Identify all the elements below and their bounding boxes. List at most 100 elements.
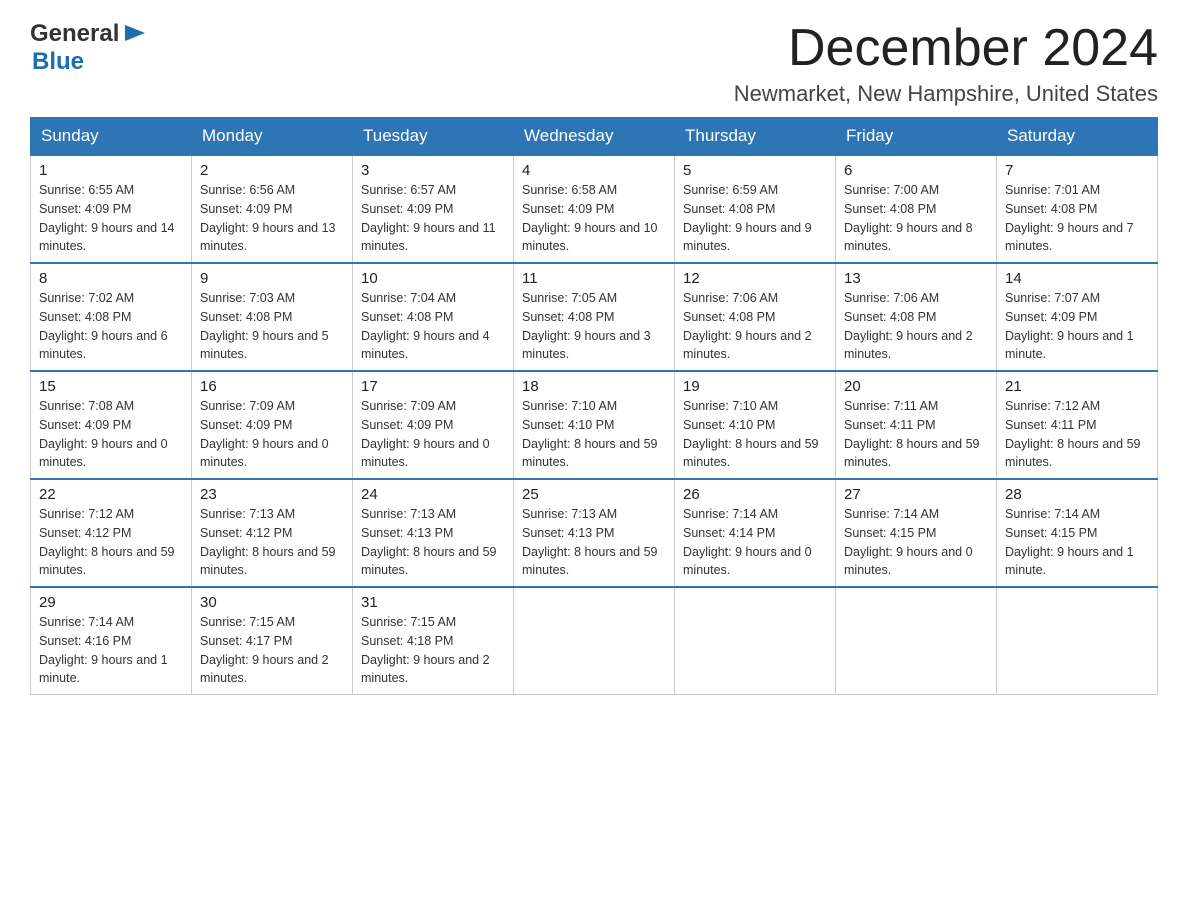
day-number: 3 xyxy=(361,162,505,179)
day-number: 5 xyxy=(683,162,827,179)
day-number: 10 xyxy=(361,270,505,287)
day-info: Sunrise: 7:13 AMSunset: 4:13 PMDaylight:… xyxy=(522,505,666,580)
day-info: Sunrise: 7:12 AMSunset: 4:12 PMDaylight:… xyxy=(39,505,183,580)
day-number: 7 xyxy=(1005,162,1149,179)
day-number: 2 xyxy=(200,162,344,179)
calendar-cell: 8Sunrise: 7:02 AMSunset: 4:08 PMDaylight… xyxy=(31,263,192,371)
calendar-week-row: 1 Sunrise: 6:55 AMSunset: 4:09 PMDaylight… xyxy=(31,155,1158,263)
day-number: 17 xyxy=(361,378,505,395)
calendar-header-thursday: Thursday xyxy=(675,118,836,156)
day-number: 28 xyxy=(1005,486,1149,503)
calendar-cell: 11 Sunrise: 7:05 AMSunset: 4:08 PMDayligh… xyxy=(514,263,675,371)
day-number: 18 xyxy=(522,378,666,395)
day-number: 19 xyxy=(683,378,827,395)
day-number: 1 xyxy=(39,162,183,179)
calendar-cell: 27 Sunrise: 7:14 AMSunset: 4:15 PMDayligh… xyxy=(836,479,997,587)
day-number: 25 xyxy=(522,486,666,503)
calendar-cell: 23Sunrise: 7:13 AMSunset: 4:12 PMDayligh… xyxy=(192,479,353,587)
calendar-header-wednesday: Wednesday xyxy=(514,118,675,156)
day-number: 14 xyxy=(1005,270,1149,287)
calendar-cell: 21 Sunrise: 7:12 AMSunset: 4:11 PMDayligh… xyxy=(997,371,1158,479)
calendar-cell xyxy=(997,587,1158,695)
day-number: 4 xyxy=(522,162,666,179)
day-info: Sunrise: 7:14 AMSunset: 4:16 PMDaylight:… xyxy=(39,613,183,688)
calendar-cell: 19 Sunrise: 7:10 AMSunset: 4:10 PMDayligh… xyxy=(675,371,836,479)
day-number: 22 xyxy=(39,486,183,503)
calendar-cell: 30 Sunrise: 7:15 AMSunset: 4:17 PMDayligh… xyxy=(192,587,353,695)
day-info: Sunrise: 6:57 AMSunset: 4:09 PMDaylight:… xyxy=(361,181,505,256)
day-info: Sunrise: 7:15 AMSunset: 4:17 PMDaylight:… xyxy=(200,613,344,688)
calendar-cell xyxy=(836,587,997,695)
day-number: 6 xyxy=(844,162,988,179)
day-number: 11 xyxy=(522,270,666,287)
day-info: Sunrise: 7:08 AMSunset: 4:09 PMDaylight:… xyxy=(39,397,183,472)
day-info: Sunrise: 6:55 AMSunset: 4:09 PMDaylight:… xyxy=(39,181,183,256)
calendar-cell: 10 Sunrise: 7:04 AMSunset: 4:08 PMDayligh… xyxy=(353,263,514,371)
calendar-cell: 25 Sunrise: 7:13 AMSunset: 4:13 PMDayligh… xyxy=(514,479,675,587)
calendar-header-tuesday: Tuesday xyxy=(353,118,514,156)
day-info: Sunrise: 7:12 AMSunset: 4:11 PMDaylight:… xyxy=(1005,397,1149,472)
calendar-cell: 22 Sunrise: 7:12 AMSunset: 4:12 PMDayligh… xyxy=(31,479,192,587)
day-info: Sunrise: 7:10 AMSunset: 4:10 PMDaylight:… xyxy=(522,397,666,472)
calendar-cell: 1 Sunrise: 6:55 AMSunset: 4:09 PMDaylight… xyxy=(31,155,192,263)
calendar-cell: 17 Sunrise: 7:09 AMSunset: 4:09 PMDayligh… xyxy=(353,371,514,479)
day-number: 27 xyxy=(844,486,988,503)
day-info: Sunrise: 7:10 AMSunset: 4:10 PMDaylight:… xyxy=(683,397,827,472)
day-info: Sunrise: 7:14 AMSunset: 4:15 PMDaylight:… xyxy=(844,505,988,580)
calendar-cell xyxy=(514,587,675,695)
day-info: Sunrise: 6:59 AMSunset: 4:08 PMDaylight:… xyxy=(683,181,827,256)
calendar-cell: 2 Sunrise: 6:56 AMSunset: 4:09 PMDaylight… xyxy=(192,155,353,263)
calendar-week-row: 15Sunrise: 7:08 AMSunset: 4:09 PMDayligh… xyxy=(31,371,1158,479)
calendar-cell: 28 Sunrise: 7:14 AMSunset: 4:15 PMDayligh… xyxy=(997,479,1158,587)
calendar-cell xyxy=(675,587,836,695)
calendar-table: SundayMondayTuesdayWednesdayThursdayFrid… xyxy=(30,117,1158,695)
calendar-cell: 6 Sunrise: 7:00 AMSunset: 4:08 PMDaylight… xyxy=(836,155,997,263)
calendar-cell: 9Sunrise: 7:03 AMSunset: 4:08 PMDaylight… xyxy=(192,263,353,371)
calendar-cell: 14 Sunrise: 7:07 AMSunset: 4:09 PMDayligh… xyxy=(997,263,1158,371)
calendar-cell: 26Sunrise: 7:14 AMSunset: 4:14 PMDayligh… xyxy=(675,479,836,587)
day-number: 24 xyxy=(361,486,505,503)
day-info: Sunrise: 7:07 AMSunset: 4:09 PMDaylight:… xyxy=(1005,289,1149,364)
calendar-header-monday: Monday xyxy=(192,118,353,156)
day-number: 31 xyxy=(361,594,505,611)
calendar-cell: 5 Sunrise: 6:59 AMSunset: 4:08 PMDaylight… xyxy=(675,155,836,263)
calendar-header-sunday: Sunday xyxy=(31,118,192,156)
calendar-cell: 31Sunrise: 7:15 AMSunset: 4:18 PMDayligh… xyxy=(353,587,514,695)
calendar-cell: 3 Sunrise: 6:57 AMSunset: 4:09 PMDaylight… xyxy=(353,155,514,263)
logo-general-text: General xyxy=(30,20,119,48)
location-title: Newmarket, New Hampshire, United States xyxy=(734,81,1158,107)
calendar-week-row: 29Sunrise: 7:14 AMSunset: 4:16 PMDayligh… xyxy=(31,587,1158,695)
calendar-cell: 13Sunrise: 7:06 AMSunset: 4:08 PMDayligh… xyxy=(836,263,997,371)
day-info: Sunrise: 6:58 AMSunset: 4:09 PMDaylight:… xyxy=(522,181,666,256)
day-info: Sunrise: 7:09 AMSunset: 4:09 PMDaylight:… xyxy=(361,397,505,472)
day-info: Sunrise: 7:14 AMSunset: 4:14 PMDaylight:… xyxy=(683,505,827,580)
calendar-cell: 4 Sunrise: 6:58 AMSunset: 4:09 PMDaylight… xyxy=(514,155,675,263)
calendar-cell: 29Sunrise: 7:14 AMSunset: 4:16 PMDayligh… xyxy=(31,587,192,695)
day-info: Sunrise: 7:00 AMSunset: 4:08 PMDaylight:… xyxy=(844,181,988,256)
day-info: Sunrise: 7:14 AMSunset: 4:15 PMDaylight:… xyxy=(1005,505,1149,580)
day-info: Sunrise: 6:56 AMSunset: 4:09 PMDaylight:… xyxy=(200,181,344,256)
day-info: Sunrise: 7:13 AMSunset: 4:12 PMDaylight:… xyxy=(200,505,344,580)
day-number: 16 xyxy=(200,378,344,395)
page-header: General Blue December 2024 Newmarket, Ne… xyxy=(30,20,1158,107)
calendar-cell: 24 Sunrise: 7:13 AMSunset: 4:13 PMDayligh… xyxy=(353,479,514,587)
day-info: Sunrise: 7:02 AMSunset: 4:08 PMDaylight:… xyxy=(39,289,183,364)
day-info: Sunrise: 7:04 AMSunset: 4:08 PMDaylight:… xyxy=(361,289,505,364)
calendar-cell: 18 Sunrise: 7:10 AMSunset: 4:10 PMDayligh… xyxy=(514,371,675,479)
logo: General Blue xyxy=(30,20,149,76)
day-number: 20 xyxy=(844,378,988,395)
calendar-cell: 16Sunrise: 7:09 AMSunset: 4:09 PMDayligh… xyxy=(192,371,353,479)
calendar-cell: 20Sunrise: 7:11 AMSunset: 4:11 PMDayligh… xyxy=(836,371,997,479)
day-number: 12 xyxy=(683,270,827,287)
day-info: Sunrise: 7:13 AMSunset: 4:13 PMDaylight:… xyxy=(361,505,505,580)
day-info: Sunrise: 7:01 AMSunset: 4:08 PMDaylight:… xyxy=(1005,181,1149,256)
calendar-cell: 12Sunrise: 7:06 AMSunset: 4:08 PMDayligh… xyxy=(675,263,836,371)
calendar-header-row: SundayMondayTuesdayWednesdayThursdayFrid… xyxy=(31,118,1158,156)
day-number: 21 xyxy=(1005,378,1149,395)
title-block: December 2024 Newmarket, New Hampshire, … xyxy=(734,20,1158,107)
day-info: Sunrise: 7:06 AMSunset: 4:08 PMDaylight:… xyxy=(844,289,988,364)
calendar-cell: 7 Sunrise: 7:01 AMSunset: 4:08 PMDaylight… xyxy=(997,155,1158,263)
day-info: Sunrise: 7:05 AMSunset: 4:08 PMDaylight:… xyxy=(522,289,666,364)
day-number: 30 xyxy=(200,594,344,611)
calendar-week-row: 8Sunrise: 7:02 AMSunset: 4:08 PMDaylight… xyxy=(31,263,1158,371)
